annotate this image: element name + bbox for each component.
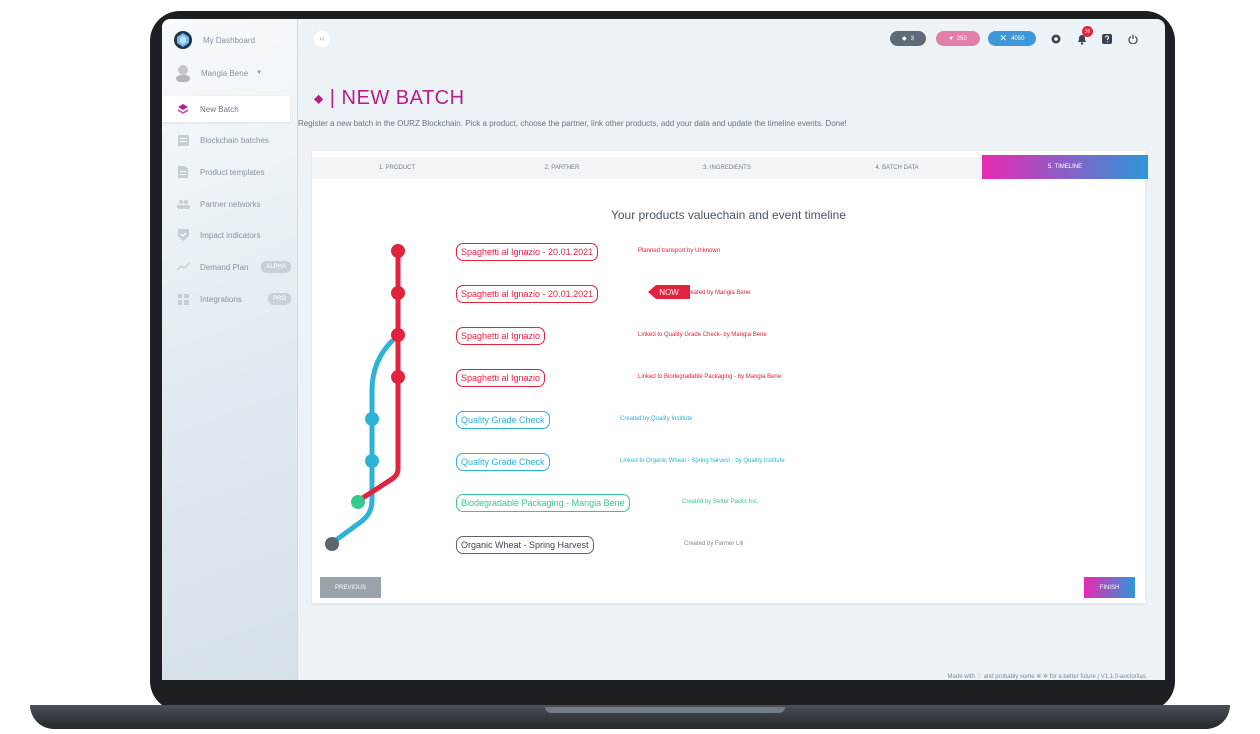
tab-partner[interactable]: 2. PARTNER bbox=[482, 157, 642, 179]
sidebar-item-label: New Batch bbox=[200, 104, 239, 114]
sidebar-item-blockchain-batches[interactable]: Blockchain batches bbox=[162, 127, 297, 153]
help-icon[interactable] bbox=[1100, 32, 1114, 46]
logo-icon bbox=[173, 30, 193, 50]
pro-badge: PRO bbox=[267, 293, 291, 305]
shield-check-icon bbox=[176, 229, 190, 241]
sidebar-item-label: My Dashboard bbox=[203, 35, 256, 45]
timeline-node bbox=[391, 286, 405, 300]
batches-stat[interactable]: ◆ 3 bbox=[890, 31, 926, 46]
previous-button[interactable]: PREVIOUS bbox=[320, 577, 381, 598]
sidebar-item-label: Integrations bbox=[200, 294, 242, 304]
timeline-node bbox=[365, 412, 379, 426]
event-label[interactable]: Organic Wheat - Spring Harvest bbox=[456, 536, 594, 554]
sidebar-item-label: Mangia Bene bbox=[201, 68, 249, 78]
avatar bbox=[175, 64, 191, 82]
laptop-notch bbox=[545, 707, 785, 713]
page-title: ◆ | NEW BATCH bbox=[314, 87, 465, 109]
event-description: Created by Mangia Bene bbox=[684, 290, 751, 296]
sidebar-item-partner-networks[interactable]: Partner networks bbox=[162, 191, 297, 217]
event-description: Linked to Biodegradable Packaging - by M… bbox=[638, 374, 782, 380]
notifications-button[interactable]: 36 bbox=[1075, 26, 1093, 46]
sidebar-item-label: Product templates bbox=[200, 167, 265, 177]
event-label[interactable]: Spaghetti al Ignazio bbox=[456, 327, 546, 345]
finish-button[interactable]: FINISH bbox=[1084, 577, 1135, 598]
event-label[interactable]: Quality Grade Check bbox=[456, 411, 550, 429]
layers-icon: ◆ bbox=[902, 36, 907, 42]
trend-line-icon bbox=[176, 261, 190, 273]
sidebar-item-impact-indicators[interactable]: Impact indicators bbox=[162, 222, 297, 248]
likes-stat[interactable]: ♥ 250 bbox=[936, 31, 980, 46]
event-description: Linked to Organic Wheat - Spring harvest… bbox=[620, 458, 785, 464]
page-subtitle: Register a new batch in the OURZ Blockch… bbox=[298, 119, 847, 128]
sidebar-item-demand-plan[interactable]: Demand Plan ALPHA bbox=[162, 254, 297, 280]
timeline-node bbox=[391, 244, 405, 258]
main-content: ‹‹ ◆ 3 ♥ 250 ✕ 4050 36 ◆ | NEW BATCH Reg… bbox=[298, 19, 1165, 680]
grid-icon bbox=[176, 293, 190, 305]
wizard-card: 1. PRODUCT 2. PARTNER 3. INGREDIENTS 4. … bbox=[312, 151, 1148, 603]
sidebar-item-new-batch[interactable]: New Batch bbox=[162, 96, 290, 122]
event-description: Created by Farmer Lili bbox=[684, 541, 744, 547]
timeline-graph bbox=[325, 244, 405, 551]
event-description: Created by Better Packs Inc. bbox=[682, 499, 759, 505]
tab-ingredients[interactable]: 3. INGREDIENTS bbox=[642, 157, 812, 179]
tokens-stat[interactable]: ✕ 4050 bbox=[988, 31, 1036, 46]
layers-icon bbox=[176, 103, 190, 115]
sidebar-item-label: Demand Plan bbox=[200, 262, 249, 272]
event-description: Linked to Quality Grade Check- by Mangia… bbox=[638, 332, 767, 338]
sidebar-item-product-templates[interactable]: Product templates bbox=[162, 159, 297, 185]
timeline-node bbox=[351, 495, 365, 509]
app-screen: My Dashboard Mangia Bene ▼ New Batch Blo… bbox=[162, 19, 1165, 680]
timeline-node bbox=[391, 328, 405, 342]
event-description: Planned transport by Unknown bbox=[638, 248, 721, 254]
sidebar-item-label: Blockchain batches bbox=[200, 135, 269, 145]
event-label[interactable]: Spaghetti al Ignazio - 20.01.2021 bbox=[456, 243, 599, 261]
footer: Made with ♡ and probably some ✲ ✲ for a … bbox=[947, 674, 1146, 680]
timeline-node bbox=[391, 370, 405, 384]
event-label[interactable]: Quality Grade Check bbox=[456, 453, 550, 471]
layers-icon: ◆ bbox=[314, 91, 324, 106]
x-icon: ✕ bbox=[999, 33, 1008, 43]
event-label[interactable]: Biodegradable Packaging - Mangia Bene bbox=[456, 494, 630, 512]
tab-batch-data[interactable]: 4. BATCH DATA bbox=[812, 157, 982, 179]
event-description: Created by Quality Institute bbox=[620, 416, 693, 422]
timeline-node bbox=[365, 454, 379, 468]
gear-icon: ✲ ✲ bbox=[1036, 674, 1049, 680]
event-label[interactable]: Spaghetti al Ignazio bbox=[456, 369, 546, 387]
blockchain-icon bbox=[176, 134, 190, 146]
notification-count-badge: 36 bbox=[1082, 26, 1093, 37]
settings-icon[interactable] bbox=[1049, 32, 1063, 46]
sidebar-item-integrations[interactable]: Integrations PRO bbox=[162, 286, 297, 312]
tab-timeline[interactable]: 5. TIMELINE bbox=[982, 155, 1148, 179]
heart-icon: ♥ bbox=[949, 35, 953, 42]
alpha-badge: ALPHA bbox=[261, 261, 291, 273]
collapse-sidebar-button[interactable]: ‹‹ bbox=[314, 31, 330, 47]
timeline-node bbox=[325, 537, 339, 551]
sidebar-item-label: Partner networks bbox=[200, 199, 261, 209]
people-icon bbox=[176, 198, 190, 210]
sidebar-item-dashboard[interactable]: My Dashboard bbox=[162, 27, 297, 53]
document-icon bbox=[176, 166, 190, 178]
chevron-down-icon: ▼ bbox=[256, 70, 263, 76]
power-icon[interactable] bbox=[1126, 32, 1140, 46]
sidebar-item-label: Impact indicators bbox=[200, 230, 261, 240]
sidebar-item-user-menu[interactable]: Mangia Bene ▼ bbox=[162, 60, 297, 86]
event-label[interactable]: Spaghetti al Ignazio - 20.01.2021 bbox=[456, 285, 599, 303]
sidebar: My Dashboard Mangia Bene ▼ New Batch Blo… bbox=[162, 19, 298, 680]
quality-branch-line bbox=[329, 338, 395, 546]
